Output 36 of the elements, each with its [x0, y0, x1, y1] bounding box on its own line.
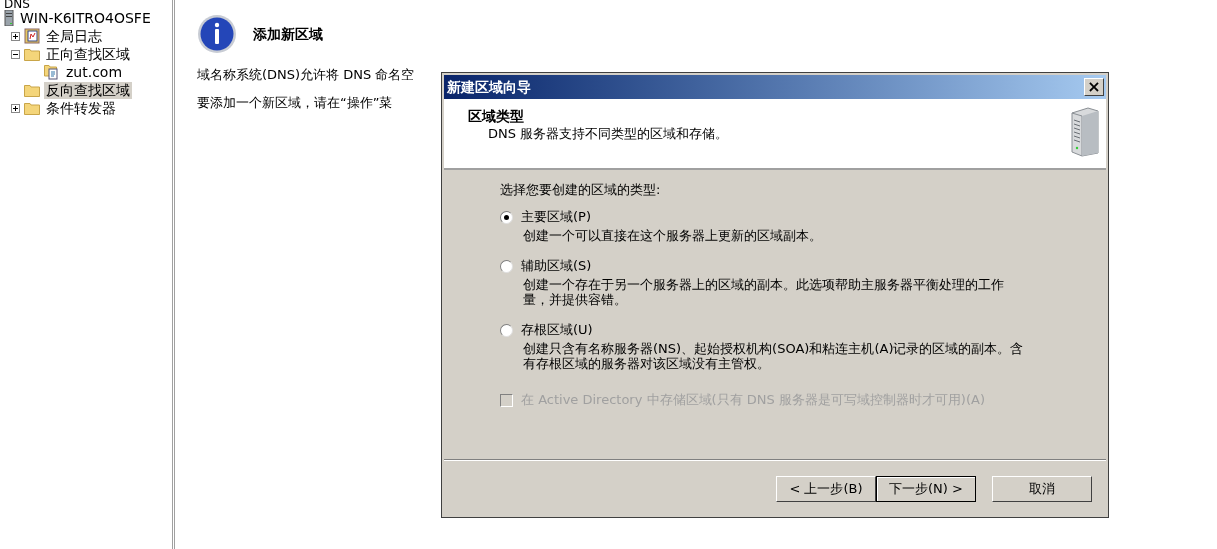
tree-item[interactable]: 全局日志 — [44, 27, 104, 45]
dialog-title: 新建区域向导 — [447, 77, 531, 97]
option-description: 创建一个可以直接在这个服务器上更新的区域副本。 — [522, 228, 823, 243]
radio-button[interactable] — [500, 323, 513, 337]
radio-button[interactable] — [500, 259, 513, 273]
zone-file-icon — [44, 64, 60, 80]
radio-label[interactable]: 主要区域(P) — [521, 208, 591, 226]
collapse-icon[interactable] — [11, 49, 20, 59]
tree-item[interactable]: 反向查找区域 — [44, 81, 132, 99]
info-title: 添加新区域 — [253, 24, 323, 44]
folder-icon — [24, 83, 40, 97]
expand-icon[interactable] — [11, 31, 20, 41]
radio-button[interactable] — [500, 210, 513, 224]
option-description: 创建一个存在于另一个服务器上的区域的副本。此选项帮助主服务器平衡处理的工作量，并提供容错。 — [522, 277, 1005, 307]
option-description: 创建只含有名称服务器(NS)、起始授权机构(SOA)和粘连主机(A)记录的区域的副本。含有存根区域的服务器对该区域没有主管权。 — [522, 341, 1025, 371]
log-book-icon — [24, 28, 40, 44]
expand-icon[interactable] — [11, 103, 20, 113]
next-button[interactable]: 下一步(N) > — [876, 476, 976, 502]
info-text: 域名称系统(DNS)允许将 DNS 命名空 — [197, 66, 416, 84]
tree-item[interactable]: zut.com — [64, 63, 125, 81]
server-icon — [4, 10, 14, 26]
back-button[interactable]: < 上一步(B) — [776, 476, 876, 502]
folder-icon — [24, 47, 40, 61]
folder-icon — [24, 101, 40, 115]
cancel-button[interactable]: 取消 — [992, 476, 1092, 502]
info-text: 要添加一个新区域，请在“操作”菜 — [197, 94, 394, 112]
radio-label[interactable]: 辅助区域(S) — [521, 257, 592, 275]
tree-item[interactable]: 条件转发器 — [44, 99, 118, 117]
header-subtitle: DNS 服务器支持不同类型的区域和存储。 — [487, 125, 729, 143]
radio-label[interactable]: 存根区域(U) — [521, 321, 593, 339]
close-button[interactable]: × — [1084, 78, 1104, 96]
tree-item[interactable]: 正向查找区域 — [44, 45, 132, 63]
info-icon — [197, 14, 237, 54]
tree-item[interactable]: WIN-K6ITRO4OSFE — [18, 9, 153, 27]
header-title: 区域类型 — [468, 107, 525, 125]
prompt-text: 选择您要创建的区域的类型: — [500, 181, 662, 199]
